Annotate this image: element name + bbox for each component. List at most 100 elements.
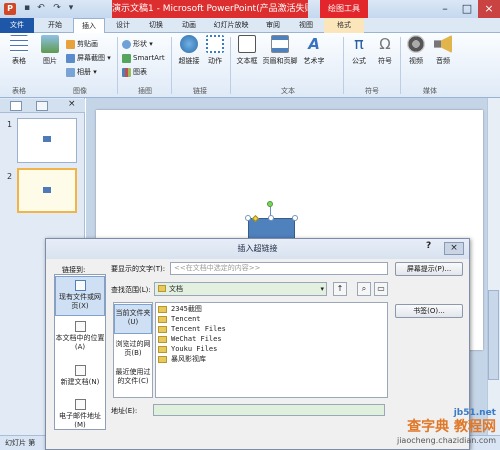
tab-file[interactable]: 文件 (0, 18, 34, 33)
look-in-label: 查找范围(L): (111, 286, 151, 294)
video-button[interactable]: 视频 (404, 35, 428, 66)
email-icon (74, 399, 86, 410)
tab-format[interactable]: 格式 (324, 18, 364, 33)
browsed-pages-tab[interactable]: 浏览过的网页(B) (114, 336, 152, 364)
screenshot-icon (66, 53, 75, 63)
hyperlink-button[interactable]: 超链接 (176, 35, 202, 66)
equation-button[interactable]: π 公式 (347, 35, 371, 66)
resize-handle[interactable] (268, 215, 274, 221)
folder-icon (158, 325, 167, 333)
header-footer-button[interactable]: 页眉和页脚 (261, 35, 299, 66)
folder-icon (158, 305, 167, 313)
symbol-button[interactable]: Ω 符号 (373, 35, 397, 66)
close-panel-icon[interactable]: × (68, 99, 76, 109)
maximize-icon[interactable]: □ (456, 0, 478, 18)
window-title: 演示文稿1 - Microsoft PowerPoint(产品激活失败) (112, 0, 308, 18)
minimize-icon[interactable]: – (434, 0, 456, 18)
link-to-place-in-document[interactable]: 本文档中的位置(A) (55, 318, 105, 354)
pi-icon: π (354, 34, 364, 53)
list-item[interactable]: WeChat Files (158, 335, 222, 344)
display-text-label: 要显示的文字(T): (111, 265, 166, 273)
dialog-close-button[interactable]: × (444, 242, 464, 255)
save-icon[interactable]: ▪ (22, 3, 32, 14)
group-divider (343, 37, 344, 94)
browse-file-icon[interactable]: ▭ (374, 282, 388, 296)
scrollbar-thumb[interactable] (488, 290, 499, 380)
new-document-icon (74, 365, 86, 376)
slide-thumbnail-2[interactable] (17, 168, 77, 213)
chart-button[interactable]: 图表 (122, 66, 147, 78)
audio-button[interactable]: 音频 (431, 35, 455, 66)
wordart-button[interactable]: A 艺术字 (301, 35, 327, 66)
list-item[interactable]: Tencent (158, 315, 201, 324)
resize-handle[interactable] (245, 215, 251, 221)
screen-tip-button[interactable]: 屏幕提示(P)... (395, 262, 463, 276)
help-icon[interactable]: ? (426, 241, 431, 251)
recent-files-tab[interactable]: 最近使用过的文件(C) (114, 366, 152, 396)
screenshot-button[interactable]: 屏幕截图 ▾ (66, 52, 111, 64)
powerpoint-app-icon[interactable]: P (4, 3, 16, 15)
link-to-existing-file[interactable]: 现有文件或网页(X) (55, 276, 105, 316)
smartart-button[interactable]: SmartArt (122, 52, 165, 64)
tab-slideshow[interactable]: 幻灯片放映 (207, 18, 255, 33)
table-button[interactable]: 表格 (6, 35, 32, 66)
group-label-symbols: 符号 (365, 87, 379, 95)
watermark-site: jb51.net (453, 408, 496, 418)
redo-icon[interactable]: ↷ (52, 3, 62, 14)
search-icon[interactable]: ⌕ (357, 282, 371, 296)
look-in-select[interactable]: 文档 ▾ (154, 282, 327, 296)
slides-tab-icon[interactable] (10, 101, 22, 111)
group-label-text: 文本 (281, 87, 295, 95)
outline-tab-icon[interactable] (36, 101, 48, 111)
current-folder-tab[interactable]: 当前文件夹(U) (114, 304, 152, 334)
textbox-icon (238, 35, 256, 53)
group-divider (230, 37, 231, 94)
shapes-button[interactable]: 形状 ▾ (122, 38, 153, 50)
tab-insert[interactable]: 插入 (73, 18, 105, 33)
status-text: 幻灯片 第 (5, 439, 36, 447)
list-item[interactable]: 2345截图 (158, 305, 202, 314)
thumbnail-shape (43, 136, 51, 142)
folder-icon (158, 345, 167, 353)
tab-design[interactable]: 设计 (108, 18, 138, 33)
bookmark-button[interactable]: 书签(O)... (395, 304, 463, 318)
list-item[interactable]: Youku Files (158, 345, 217, 354)
tab-view[interactable]: 视图 (291, 18, 321, 33)
browse-web-icon[interactable]: ↑ (333, 282, 347, 296)
close-window-icon[interactable]: × (478, 0, 500, 18)
watermark-url: jiaocheng.chazidian.com (396, 436, 496, 445)
group-label-images: 图像 (73, 87, 87, 95)
display-text-input[interactable]: <<在文档中选定的内容>> (170, 262, 388, 275)
picture-button[interactable]: 图片 (37, 35, 63, 66)
vertical-scrollbar[interactable] (487, 98, 500, 435)
photo-album-button[interactable]: 相册 ▾ (66, 66, 97, 78)
film-reel-icon (407, 35, 425, 53)
address-label: 地址(E): (111, 407, 138, 415)
group-divider (400, 37, 401, 94)
tab-home[interactable]: 开始 (40, 18, 70, 33)
undo-icon[interactable]: ↶ (36, 3, 46, 14)
smartart-icon (122, 53, 131, 63)
chart-icon (122, 67, 131, 77)
clipart-icon (66, 39, 75, 49)
document-place-icon (74, 321, 86, 332)
resize-handle[interactable] (292, 215, 298, 221)
textbox-button[interactable]: 文本框 (234, 35, 260, 66)
thumbnail-shape (43, 187, 51, 193)
clipart-button[interactable]: 剪贴画 (66, 38, 98, 50)
list-item[interactable]: 暴风影视库 (158, 355, 206, 364)
slide-thumbnail-1[interactable] (17, 118, 77, 163)
action-button[interactable]: 动作 (204, 35, 226, 66)
tab-animations[interactable]: 动画 (174, 18, 204, 33)
tab-review[interactable]: 审阅 (258, 18, 288, 33)
watermark-text: 查字典 教程网 (407, 419, 496, 435)
link-to-new-document[interactable]: 新建文档(N) (55, 362, 105, 388)
address-input[interactable] (153, 404, 385, 416)
link-to-email-address[interactable]: 电子邮件地址(M) (55, 396, 105, 429)
list-item[interactable]: Tencent Files (158, 325, 226, 334)
customize-quick-access-icon[interactable]: ▾ (66, 3, 76, 14)
rotation-handle[interactable] (267, 201, 273, 207)
group-divider (171, 37, 172, 94)
drawing-tools-context-label: 绘图工具 (320, 0, 368, 18)
tab-transitions[interactable]: 切换 (141, 18, 171, 33)
